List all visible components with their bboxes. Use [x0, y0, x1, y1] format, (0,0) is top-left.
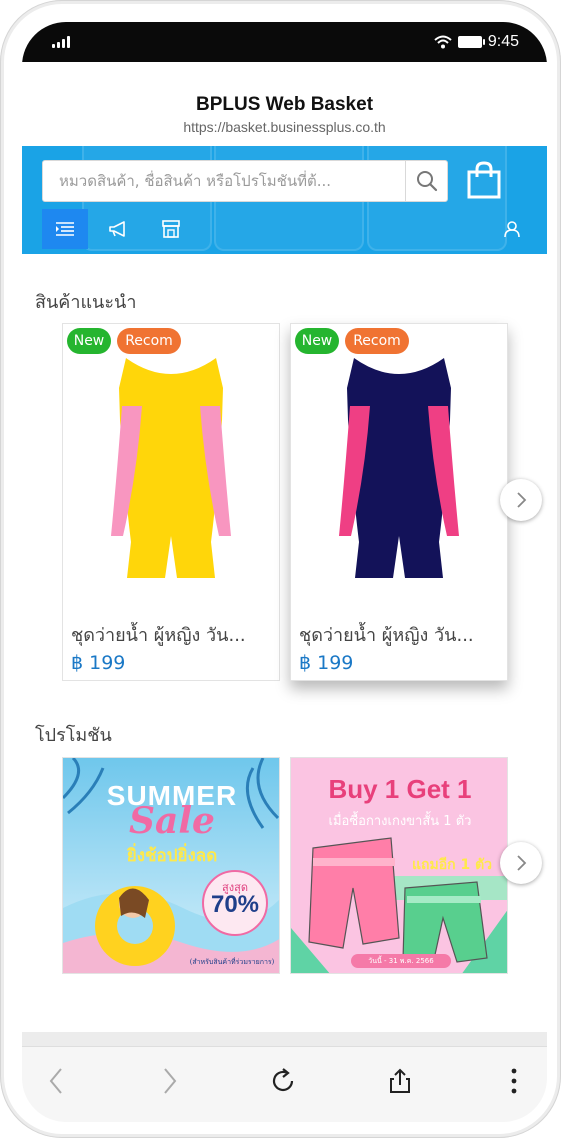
product-image: [111, 358, 231, 578]
promo-bogo-footnote: วันนี้ - 31 พ.ค. 2566: [368, 957, 434, 965]
categories-button[interactable]: [42, 209, 88, 249]
page-url[interactable]: https://basket.businessplus.co.th: [22, 119, 547, 135]
featured-next-button[interactable]: [500, 479, 542, 521]
search-input[interactable]: [43, 161, 407, 201]
promotions-button[interactable]: [95, 209, 141, 249]
forward-button[interactable]: [148, 1059, 192, 1103]
more-button[interactable]: [492, 1059, 536, 1103]
wifi-icon: [434, 35, 452, 49]
screen: 9:45 BPLUS Web Basket https://basket.bus…: [22, 22, 547, 1122]
promotions-section-title: โปรโมชัน: [35, 725, 112, 746]
promo-banner-summer[interactable]: SUMMER Sale ยิ่งช้อปยิ่งลด สูงสุด 70% (ส…: [62, 757, 280, 974]
share-icon: [390, 1068, 410, 1093]
promo-summer-sale: Sale: [129, 800, 215, 842]
product-name: ชุดว่ายน้ำ ผู้หญิง วัน...: [71, 625, 246, 646]
category-list-icon: [56, 222, 74, 236]
search-box: [42, 160, 448, 202]
product-card[interactable]: New Recom ชุดว่ายน้ำ ผู้หญิง วัน... ฿ 19…: [62, 323, 280, 681]
promo-banner-bogo[interactable]: Buy 1 Get 1 เมื่อซื้อกางเกงขาสั้น 1 ตัว …: [290, 757, 508, 974]
store-icon: [162, 220, 180, 238]
share-button[interactable]: [378, 1059, 422, 1103]
reload-button[interactable]: [262, 1059, 306, 1103]
chevron-right-icon: [517, 855, 527, 871]
status-right: 9:45: [434, 33, 519, 51]
signal-icon: [52, 36, 70, 48]
back-icon: [49, 1068, 62, 1094]
product-name: ชุดว่ายน้ำ ผู้หญิง วัน...: [299, 625, 474, 646]
store-button[interactable]: [148, 209, 194, 249]
shopping-bag-icon[interactable]: [466, 160, 502, 200]
product-price: ฿ 199: [71, 652, 126, 674]
more-vertical-icon: [511, 1068, 517, 1094]
reload-icon: [272, 1068, 294, 1092]
megaphone-icon: [109, 221, 125, 237]
promo-bogo-subtitle: เมื่อซื้อกางเกงขาสั้น 1 ตัว: [328, 814, 472, 829]
promo-summer-subtitle: ยิ่งช้อปยิ่งลด: [126, 846, 218, 866]
phone-frame: 9:45 BPLUS Web Basket https://basket.bus…: [0, 0, 561, 1138]
product-price: ฿ 199: [299, 652, 354, 674]
phone-bezel: 9:45 BPLUS Web Basket https://basket.bus…: [4, 4, 557, 1134]
account-button[interactable]: [489, 209, 535, 249]
featured-section-title: สินค้าแนะนำ: [35, 292, 137, 313]
header-banner: [22, 146, 547, 254]
browser-toolbar: [22, 1046, 547, 1122]
promo-bogo-ribbon: แถมอีก 1 ตัว: [411, 857, 493, 873]
chevron-right-icon: [517, 492, 527, 508]
search-icon: [417, 171, 438, 192]
back-button[interactable]: [34, 1059, 78, 1103]
banner-toolbar: [42, 209, 527, 249]
page-title: BPLUS Web Basket: [195, 94, 374, 115]
user-icon: [504, 221, 520, 238]
forward-icon: [164, 1068, 177, 1094]
battery-icon: [457, 36, 485, 48]
product-card[interactable]: New Recom ชุดว่ายน้ำ ผู้หญิง วัน... ฿ 19…: [290, 323, 508, 681]
product-image: [339, 358, 459, 578]
promo-summer-discount: 70%: [210, 891, 260, 918]
status-time: 9:45: [487, 33, 519, 50]
promo-summer-footnote: (สำหรับสินค้าที่ร่วมรายการ): [189, 958, 275, 966]
promo-bogo-title: Buy 1 Get 1: [328, 774, 472, 804]
content-divider: [22, 1032, 547, 1046]
status-bar: 9:45: [22, 22, 547, 62]
promotions-next-button[interactable]: [500, 842, 542, 884]
search-button[interactable]: [405, 161, 447, 201]
